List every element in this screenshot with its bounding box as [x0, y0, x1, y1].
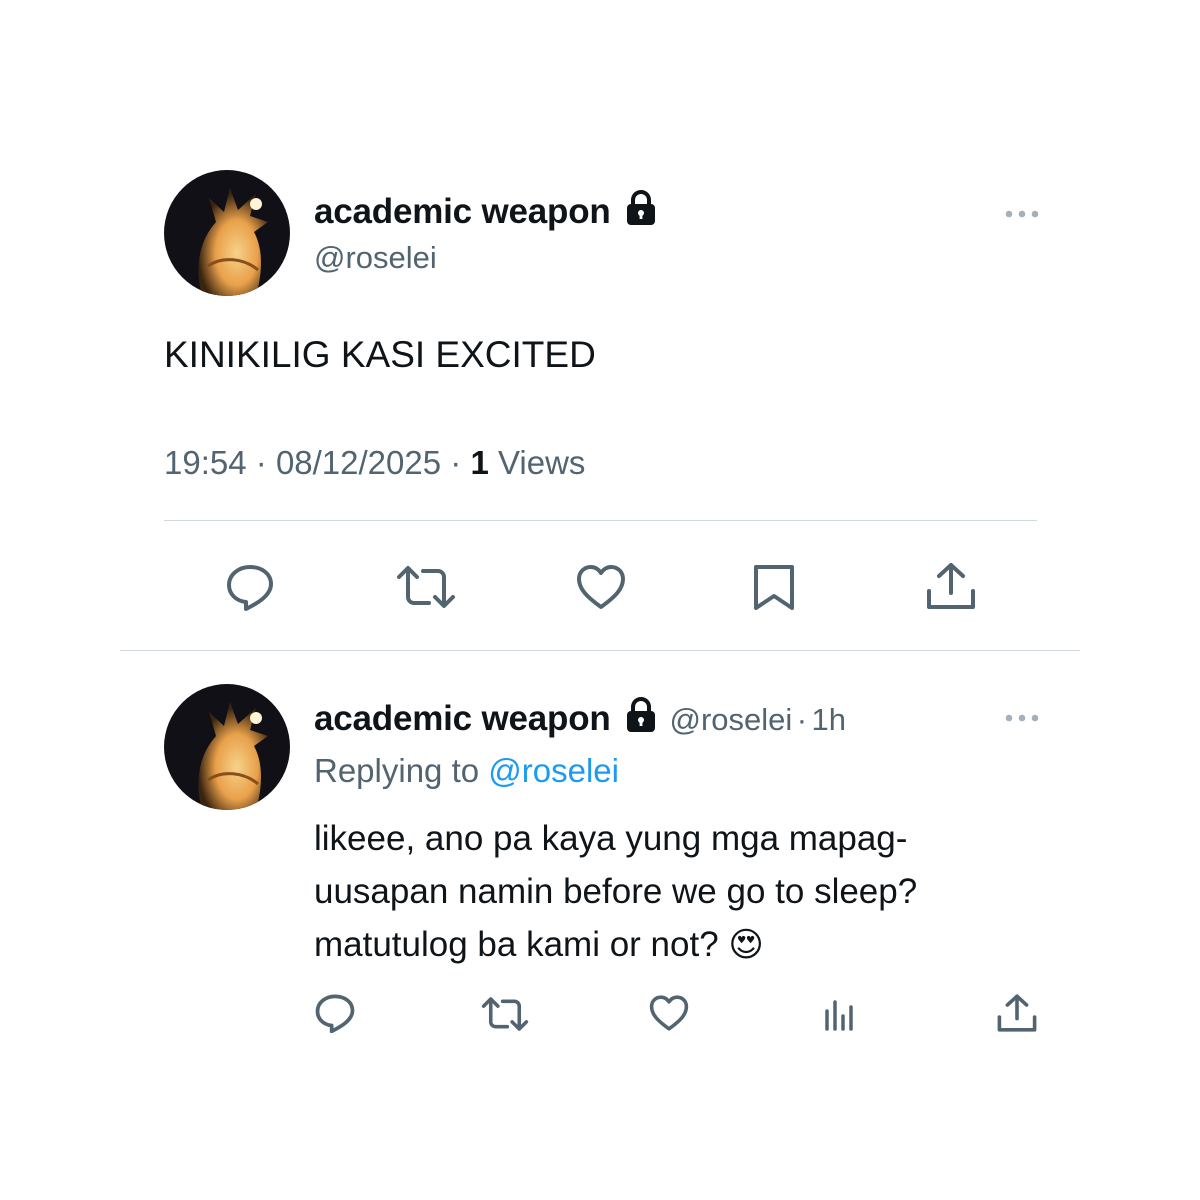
bookmark-icon[interactable] [750, 563, 798, 611]
avatar-image [164, 684, 290, 810]
author-name[interactable]: academic weapon [314, 192, 611, 231]
reply-icon[interactable] [225, 563, 275, 611]
author-handle[interactable]: @roselei [314, 240, 437, 276]
reply-reply-icon[interactable] [314, 993, 356, 1033]
reply-text: likeee, ano pa kaya yung mga mapag-uusap… [314, 819, 918, 964]
reply-retweet-icon[interactable] [480, 995, 530, 1033]
reply-avatar[interactable] [164, 684, 290, 810]
reply-share-icon[interactable] [996, 993, 1038, 1033]
tweet-text: KINIKILIG KASI EXCITED [164, 334, 596, 375]
reply-like-icon[interactable] [648, 994, 690, 1032]
views-count: 1 [470, 444, 489, 481]
reply-header: academic weapon @roselei · 1h [314, 697, 846, 739]
meta-separator: · [255, 444, 267, 481]
replying-to: Replying to @roselei [314, 752, 619, 790]
author-row: academic weapon [314, 190, 657, 232]
replying-to-label: Replying to [314, 752, 480, 789]
heart-eyes-emoji: 😍 [728, 926, 764, 964]
meta-separator: · [450, 444, 462, 481]
section-divider [120, 650, 1080, 651]
analytics-icon[interactable] [822, 997, 858, 1033]
divider [164, 520, 1037, 521]
lock-icon [625, 697, 657, 738]
reply-age[interactable]: 1h [812, 702, 846, 737]
lock-icon [625, 190, 657, 231]
tweet-time[interactable]: 19:54 [164, 444, 247, 481]
replying-to-handle[interactable]: @roselei [488, 752, 619, 789]
share-icon[interactable] [925, 561, 977, 611]
reply-more-options-icon[interactable] [1004, 711, 1040, 723]
views-label: Views [497, 444, 586, 481]
tweet-date[interactable]: 08/12/2025 [276, 444, 441, 481]
retweet-icon[interactable] [395, 563, 457, 611]
reply-author-handle[interactable]: @roselei [669, 702, 792, 737]
avatar-image [164, 170, 290, 296]
avatar[interactable] [164, 170, 290, 296]
reply-text-block: likeee, ano pa kaya yung mga mapag-uusap… [314, 812, 1034, 972]
more-options-icon[interactable] [1004, 207, 1040, 219]
like-icon[interactable] [575, 563, 627, 611]
meta-separator: · [796, 702, 808, 737]
tweet-meta: 19:54 · 08/12/2025 · 1 Views [164, 444, 585, 482]
reply-author-name[interactable]: academic weapon [314, 699, 611, 738]
